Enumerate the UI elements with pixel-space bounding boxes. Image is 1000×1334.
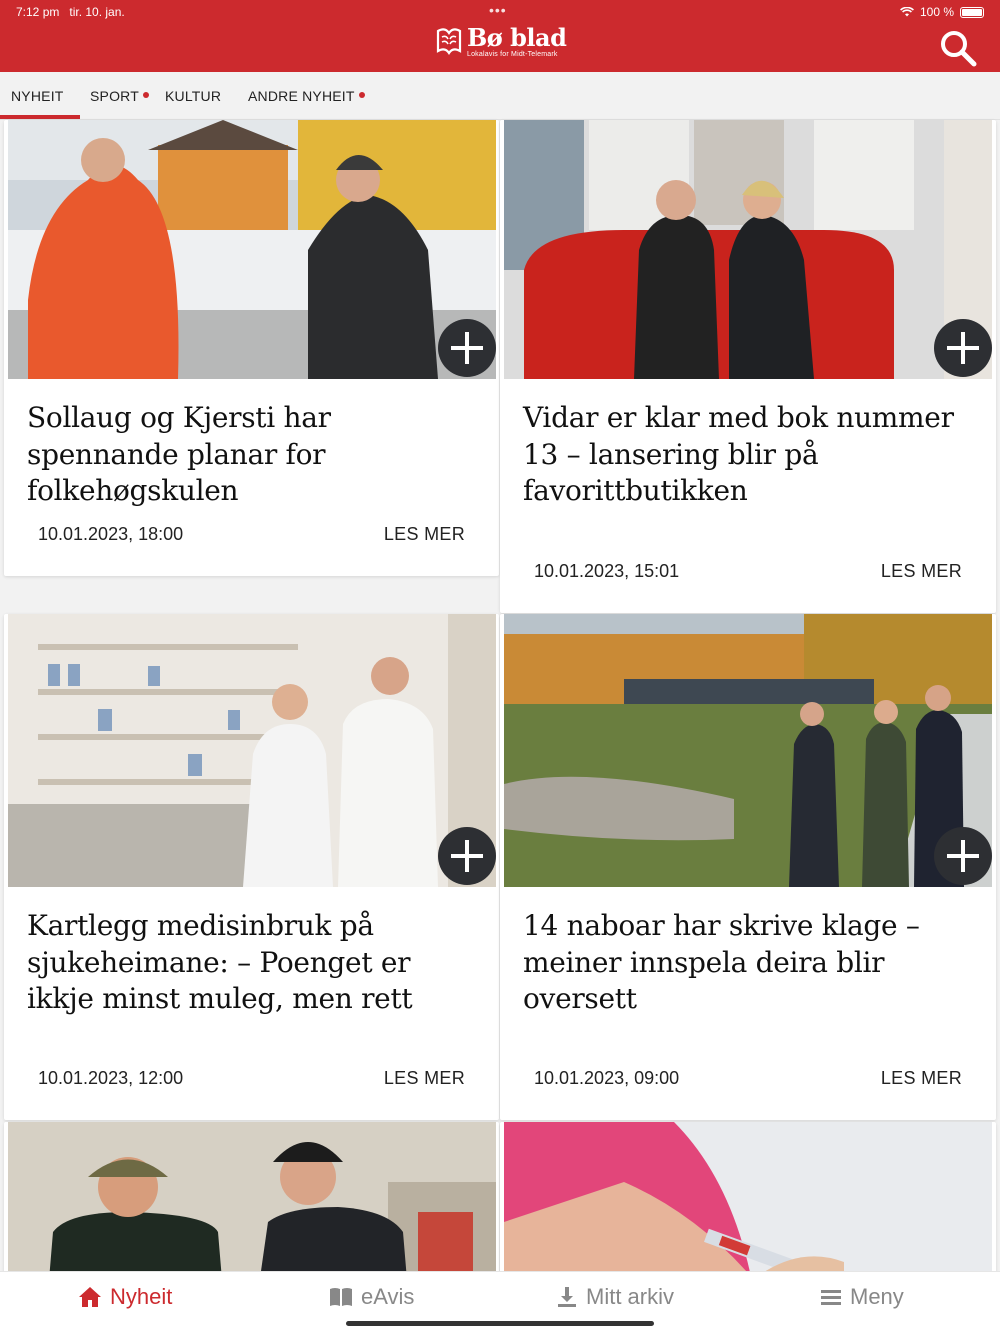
tab-label: SPORT bbox=[90, 88, 139, 104]
app-screen: 7:12 pm tir. 10. jan. ••• 100 % Bø blad L… bbox=[0, 0, 1000, 1334]
nav-mitt-arkiv[interactable]: Mitt arkiv bbox=[556, 1282, 674, 1312]
new-content-dot bbox=[142, 92, 149, 98]
multitasking-dots-icon[interactable]: ••• bbox=[489, 2, 507, 18]
tab-label: NYHEIT bbox=[11, 88, 64, 104]
active-tab-indicator bbox=[0, 115, 80, 119]
article-date: 10.01.2023, 15:01 bbox=[534, 561, 680, 581]
tab-nyheit[interactable]: NYHEIT bbox=[11, 72, 64, 120]
add-to-archive-icon[interactable] bbox=[934, 319, 992, 377]
article-title[interactable]: Kartlegg medisinbruk på sjukeheimane: – … bbox=[27, 908, 479, 1018]
tab-label: KULTUR bbox=[165, 88, 222, 104]
brand-tagline: Lokalavis for Midt-Telemark bbox=[467, 51, 558, 58]
tab-label: ANDRE NYHEIT bbox=[248, 88, 355, 104]
menu-icon bbox=[821, 1290, 841, 1305]
book-icon bbox=[330, 1288, 352, 1306]
nav-label: Meny bbox=[850, 1284, 904, 1309]
status-bar-left: 7:12 pm tir. 10. jan. bbox=[16, 5, 125, 19]
add-to-archive-icon[interactable] bbox=[438, 827, 496, 885]
nav-eavis[interactable]: eAvis bbox=[329, 1282, 414, 1312]
new-content-dot bbox=[358, 92, 365, 98]
tab-andre-nyheit[interactable]: ANDRE NYHEIT bbox=[248, 72, 365, 120]
home-indicator[interactable] bbox=[346, 1321, 654, 1326]
article-card[interactable] bbox=[500, 1122, 996, 1292]
article-date: 10.01.2023, 12:00 bbox=[38, 1068, 184, 1088]
article-card[interactable] bbox=[4, 1122, 499, 1292]
nav-meny[interactable]: Meny bbox=[820, 1282, 904, 1312]
read-more-link[interactable]: LES MER bbox=[384, 1068, 465, 1089]
add-to-archive-icon[interactable] bbox=[934, 827, 992, 885]
article-card[interactable]: Sollaug og Kjersti har spennande planar … bbox=[4, 120, 499, 576]
nav-label: eAvis bbox=[361, 1284, 415, 1309]
article-title[interactable]: Sollaug og Kjersti har spennande planar … bbox=[27, 400, 479, 510]
battery-icon bbox=[960, 6, 984, 18]
article-card[interactable]: Vidar er klar med bok nummer 13 – lanser… bbox=[500, 120, 996, 613]
article-photo[interactable] bbox=[504, 120, 992, 379]
article-photo[interactable] bbox=[8, 614, 496, 887]
article-title[interactable]: 14 naboar har skrive klage – meiner inns… bbox=[523, 908, 976, 1018]
battery-percent: 100 % bbox=[919, 5, 954, 19]
article-photo[interactable] bbox=[8, 120, 496, 379]
nav-label: Nyheit bbox=[110, 1284, 173, 1309]
wifi-icon bbox=[900, 7, 914, 17]
status-bar-right: 100 % bbox=[900, 5, 984, 19]
status-date: tir. 10. jan. bbox=[69, 5, 125, 19]
status-time: 7:12 pm bbox=[16, 5, 60, 19]
read-more-link[interactable]: LES MER bbox=[881, 561, 962, 582]
article-title[interactable]: Vidar er klar med bok nummer 13 – lanser… bbox=[523, 400, 976, 510]
article-card[interactable]: Kartlegg medisinbruk på sjukeheimane: – … bbox=[4, 614, 499, 1120]
brand-logo[interactable]: Bø blad Lokalavis for Midt-Telemark bbox=[435, 23, 567, 58]
article-photo[interactable] bbox=[8, 1122, 496, 1292]
read-more-link[interactable]: LES MER bbox=[881, 1068, 962, 1089]
section-tabs: NYHEIT SPORT KULTUR ANDRE NYHEIT bbox=[0, 72, 1000, 120]
read-more-link[interactable]: LES MER bbox=[384, 524, 465, 545]
app-header: 7:12 pm tir. 10. jan. ••• 100 % Bø blad L… bbox=[0, 0, 1000, 72]
brand-name: Bø blad bbox=[467, 23, 567, 52]
tab-kultur[interactable]: KULTUR bbox=[165, 72, 221, 120]
article-date: 10.01.2023, 09:00 bbox=[534, 1068, 680, 1088]
article-date: 10.01.2023, 18:00 bbox=[38, 524, 184, 544]
home-icon bbox=[79, 1287, 101, 1307]
nav-nyheit[interactable]: Nyheit bbox=[78, 1282, 172, 1312]
article-photo[interactable] bbox=[504, 614, 992, 887]
download-icon bbox=[558, 1287, 576, 1307]
add-to-archive-icon[interactable] bbox=[438, 319, 496, 377]
article-photo[interactable] bbox=[504, 1122, 992, 1292]
search-icon[interactable] bbox=[938, 28, 978, 68]
logo-mark-icon bbox=[436, 28, 462, 55]
article-card[interactable]: 14 naboar har skrive klage – meiner inns… bbox=[500, 614, 996, 1120]
tab-sport[interactable]: SPORT bbox=[90, 72, 149, 120]
nav-label: Mitt arkiv bbox=[586, 1284, 674, 1309]
